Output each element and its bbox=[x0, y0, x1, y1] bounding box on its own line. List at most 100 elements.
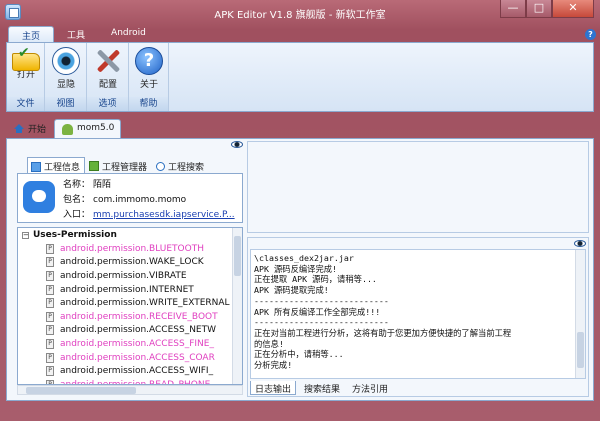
open-button[interactable]: 打开 bbox=[8, 45, 44, 95]
config-button-label: 配置 bbox=[98, 80, 117, 90]
permission-label: android.permission.BLUETOOTH bbox=[60, 243, 204, 254]
log-line: APK 源码提取完成! bbox=[254, 285, 329, 296]
permission-icon: P bbox=[46, 338, 54, 349]
permission-group[interactable]: − Uses-Permission bbox=[22, 230, 117, 240]
toggle-visibility-button[interactable]: 显隐 bbox=[48, 45, 84, 95]
scrollbar-thumb[interactable] bbox=[577, 332, 584, 368]
permission-label: android.permission.WAKE_LOCK bbox=[60, 257, 204, 268]
tab-project-info-label: 工程信息 bbox=[44, 163, 81, 173]
search-icon bbox=[156, 161, 166, 171]
title-bar: APK Editor V1.8 旗舰版 - 新软工作室 — □ ✕ bbox=[0, 0, 600, 26]
permission-item[interactable]: Pandroid.permission.READ_PHONE bbox=[46, 378, 232, 384]
toggle-visibility-label: 显隐 bbox=[56, 80, 75, 90]
permission-list: Pandroid.permission.BLUETOOTH Pandroid.pe… bbox=[46, 242, 232, 384]
permission-item[interactable]: Pandroid.permission.ACCESS_COAR bbox=[46, 351, 232, 365]
permission-item[interactable]: Pandroid.permission.ACCESS_NETW bbox=[46, 324, 232, 338]
permission-item[interactable]: Pandroid.permission.WRITE_EXTERNAL bbox=[46, 296, 232, 310]
tab-project[interactable]: mom5.0 bbox=[54, 119, 122, 138]
log-line: 分析完成! bbox=[254, 360, 293, 371]
log-output: \classes_dex2jar.jar APK 源码反编译完成! 正在提取 APK… bbox=[250, 249, 586, 379]
permission-label: android.permission.WRITE_EXTERNAL bbox=[60, 298, 230, 309]
permission-icon: P bbox=[46, 284, 54, 295]
ribbon-tab-android[interactable]: Android bbox=[98, 26, 159, 43]
log-scrollbar[interactable] bbox=[575, 250, 585, 378]
log-line: 正在提取 APK 源码，请稍等... bbox=[254, 274, 377, 285]
permission-label: android.permission.ACCESS_FINE_ bbox=[60, 338, 214, 349]
log-line: --------------------------- bbox=[254, 317, 389, 328]
permission-tree: − Uses-Permission Pandroid.permission.BLU… bbox=[17, 227, 243, 385]
ribbon-group-options: 配置 选项 bbox=[87, 43, 129, 111]
manager-icon bbox=[89, 161, 100, 171]
collapse-icon[interactable]: − bbox=[22, 232, 29, 239]
tab-project-search-label: 工程搜索 bbox=[168, 162, 205, 173]
permission-item[interactable]: Pandroid.permission.ACCESS_WIFI_ bbox=[46, 364, 232, 378]
permission-icon: P bbox=[46, 325, 54, 336]
project-panel: 工程信息 工程管理器 工程搜索 名称： 陌陌 包名： com.immomo.momo… bbox=[13, 141, 243, 397]
permission-item[interactable]: Pandroid.permission.BLUETOOTH bbox=[46, 242, 232, 256]
tab-project-info[interactable]: 工程信息 bbox=[27, 157, 86, 173]
package-value: com.immomo.momo bbox=[93, 195, 187, 205]
config-button[interactable]: 配置 bbox=[90, 45, 126, 95]
package-row: 包名： com.immomo.momo bbox=[63, 192, 186, 205]
help-icon: ? bbox=[135, 47, 163, 75]
main-area: 工程信息 工程管理器 工程搜索 名称： 陌陌 包名： com.immomo.momo… bbox=[6, 138, 594, 401]
log-line: APK 所有反编译工作全部完成!!! bbox=[254, 306, 381, 317]
ribbon-group-label: 视图 bbox=[45, 97, 86, 111]
about-button[interactable]: ? 关于 bbox=[131, 45, 167, 95]
eye-icon[interactable] bbox=[574, 240, 586, 247]
entry-link[interactable]: mm.purchasesdk.iapservice.P... bbox=[93, 210, 235, 220]
tab-project-manager[interactable]: 工程管理器 bbox=[85, 157, 152, 173]
scrollbar-thumb[interactable] bbox=[26, 387, 136, 394]
log-line: 正在分析中，请稍等... bbox=[254, 349, 344, 360]
ribbon-tab-tools[interactable]: 工具 bbox=[54, 26, 98, 43]
permission-label: android.permission.INTERNET bbox=[60, 284, 194, 295]
about-button-label: 关于 bbox=[139, 80, 158, 90]
permission-icon: P bbox=[46, 352, 54, 363]
tab-method-references[interactable]: 方法引用 bbox=[348, 381, 392, 395]
permission-icon: P bbox=[46, 298, 54, 309]
log-text: \classes_dex2jar.jar APK 源码反编译完成! 正在提取 APK… bbox=[254, 253, 572, 371]
tab-search-results[interactable]: 搜索结果 bbox=[300, 381, 344, 395]
app-info-box: 名称： 陌陌 包名： com.immomo.momo 入口： mm.purchases… bbox=[17, 173, 243, 223]
horizontal-scrollbar[interactable] bbox=[17, 385, 243, 395]
scrollbar-thumb[interactable] bbox=[234, 236, 241, 276]
ribbon-group-label: 选项 bbox=[87, 97, 128, 111]
permission-icon: P bbox=[46, 243, 54, 254]
tab-log-output[interactable]: 日志输出 bbox=[250, 381, 297, 395]
permission-item[interactable]: Pandroid.permission.ACCESS_FINE_ bbox=[46, 337, 232, 351]
project-panel-tabs: 工程信息 工程管理器 工程搜索 bbox=[27, 157, 209, 173]
tools-icon bbox=[94, 47, 122, 75]
permission-icon: P bbox=[46, 257, 54, 268]
home-icon bbox=[14, 124, 24, 133]
ribbon-tab-home[interactable]: 主页 bbox=[8, 26, 55, 43]
entry-label: 入口： bbox=[63, 210, 91, 220]
tab-project-label: mom5.0 bbox=[77, 123, 115, 133]
permission-item[interactable]: Pandroid.permission.WAKE_LOCK bbox=[46, 256, 232, 270]
ribbon-group-view: 显隐 视图 bbox=[45, 43, 87, 111]
permission-group-label: Uses-Permission bbox=[33, 230, 117, 240]
log-line: --------------------------- bbox=[254, 295, 389, 306]
tab-project-manager-label: 工程管理器 bbox=[102, 162, 148, 173]
help-icon[interactable]: ? bbox=[585, 29, 596, 40]
tab-project-search[interactable]: 工程搜索 bbox=[152, 157, 209, 173]
vertical-scrollbar[interactable] bbox=[232, 228, 242, 384]
ribbon-group-help: ? 关于 帮助 bbox=[129, 43, 169, 111]
eye-icon[interactable] bbox=[231, 141, 243, 148]
permission-item[interactable]: Pandroid.permission.VIBRATE bbox=[46, 269, 232, 283]
close-button[interactable]: ✕ bbox=[552, 0, 594, 18]
permission-label: android.permission.VIBRATE bbox=[60, 270, 187, 281]
output-tabs: 日志输出 搜索结果 方法引用 bbox=[250, 381, 396, 395]
minimize-button[interactable]: — bbox=[500, 0, 526, 18]
permission-label: android.permission.RECEIVE_BOOT bbox=[60, 311, 218, 322]
maximize-button[interactable]: □ bbox=[526, 0, 552, 18]
permission-item[interactable]: Pandroid.permission.INTERNET bbox=[46, 283, 232, 297]
status-bar bbox=[6, 403, 594, 417]
preview-panel bbox=[247, 141, 589, 233]
output-panel: \classes_dex2jar.jar APK 源码反编译完成! 正在提取 APK… bbox=[247, 237, 589, 397]
tab-start[interactable]: 开始 bbox=[8, 119, 52, 138]
app-name-value: 陌陌 bbox=[93, 180, 112, 190]
window-controls: — □ ✕ bbox=[500, 0, 594, 18]
eye-icon bbox=[52, 47, 80, 75]
permission-item[interactable]: Pandroid.permission.RECEIVE_BOOT bbox=[46, 310, 232, 324]
app-logo-icon bbox=[23, 181, 55, 213]
